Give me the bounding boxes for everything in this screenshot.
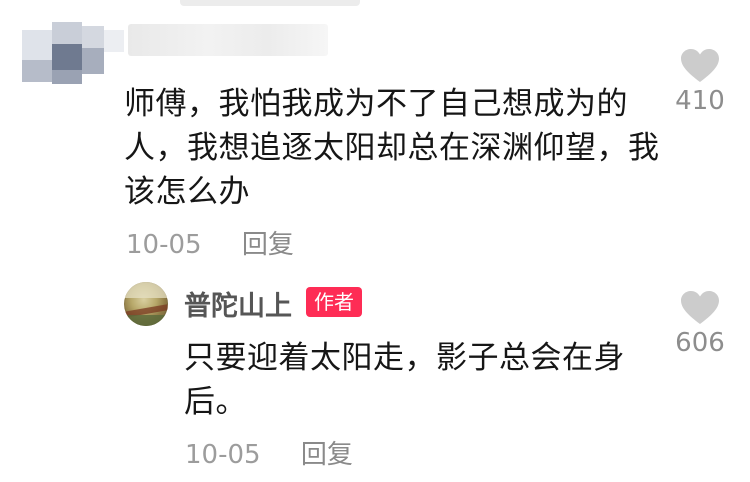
reply-reply-button[interactable]: 回复 <box>301 440 353 470</box>
comment-like-button[interactable]: 410 <box>664 48 736 116</box>
reply-date: 10-05 <box>185 440 261 470</box>
reply-like-button[interactable]: 606 <box>664 290 736 358</box>
comment-text: 师傅，我怕我成为不了自己想成为的人，我想追逐太阳却总在深渊仰望，我该怎么办 <box>124 86 660 210</box>
commenter-name-blurred[interactable] <box>128 24 328 56</box>
comment-meta: 10-05 回复 <box>126 224 294 261</box>
heart-icon <box>681 49 719 82</box>
comment-date: 10-05 <box>126 230 202 260</box>
author-badge: 作者 <box>306 287 362 317</box>
author-avatar[interactable] <box>124 282 168 326</box>
reply-like-count: 606 <box>675 328 725 358</box>
reply-meta: 10-05 回复 <box>185 434 353 471</box>
comment-reply-button[interactable]: 回复 <box>242 230 294 260</box>
comment-like-count: 410 <box>675 86 725 116</box>
reply-author-name[interactable]: 普陀山上 <box>184 284 292 323</box>
commenter-avatar-mosaic[interactable] <box>22 22 126 86</box>
heart-icon <box>681 291 719 324</box>
previous-comment-remnant <box>180 0 360 6</box>
reply-text: 只要迎着太阳走，影子总会在身后。 <box>184 340 625 420</box>
